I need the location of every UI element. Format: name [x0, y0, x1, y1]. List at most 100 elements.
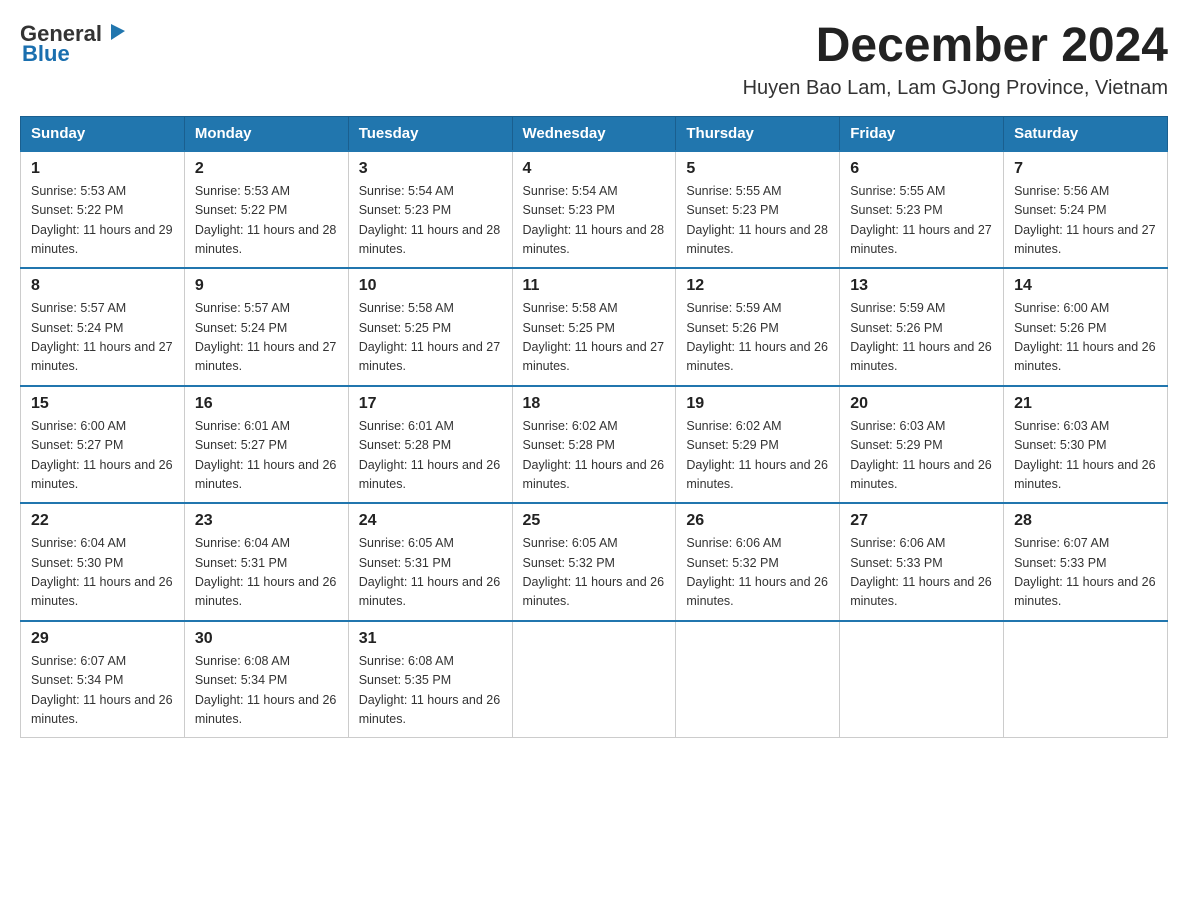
table-row: 17 Sunrise: 6:01 AMSunset: 5:28 PMDaylig… — [348, 386, 512, 504]
weekday-header-saturday: Saturday — [1004, 116, 1168, 151]
day-number: 14 — [1014, 277, 1157, 295]
weekday-header-monday: Monday — [184, 116, 348, 151]
table-row: 23 Sunrise: 6:04 AMSunset: 5:31 PMDaylig… — [184, 503, 348, 621]
table-row: 7 Sunrise: 5:56 AMSunset: 5:24 PMDayligh… — [1004, 151, 1168, 269]
table-row: 10 Sunrise: 5:58 AMSunset: 5:25 PMDaylig… — [348, 268, 512, 386]
table-row: 2 Sunrise: 5:53 AMSunset: 5:22 PMDayligh… — [184, 151, 348, 269]
day-info: Sunrise: 5:56 AMSunset: 5:24 PMDaylight:… — [1014, 184, 1156, 256]
table-row: 14 Sunrise: 6:00 AMSunset: 5:26 PMDaylig… — [1004, 268, 1168, 386]
weekday-header-sunday: Sunday — [21, 116, 185, 151]
day-info: Sunrise: 6:04 AMSunset: 5:31 PMDaylight:… — [195, 536, 337, 608]
day-info: Sunrise: 5:53 AMSunset: 5:22 PMDaylight:… — [195, 184, 337, 256]
location-title: Huyen Bao Lam, Lam GJong Province, Vietn… — [743, 77, 1168, 100]
table-row: 19 Sunrise: 6:02 AMSunset: 5:29 PMDaylig… — [676, 386, 840, 504]
table-row: 6 Sunrise: 5:55 AMSunset: 5:23 PMDayligh… — [840, 151, 1004, 269]
day-info: Sunrise: 5:58 AMSunset: 5:25 PMDaylight:… — [359, 301, 501, 373]
day-info: Sunrise: 5:55 AMSunset: 5:23 PMDaylight:… — [686, 184, 828, 256]
day-info: Sunrise: 6:03 AMSunset: 5:30 PMDaylight:… — [1014, 419, 1156, 491]
day-number: 16 — [195, 395, 338, 413]
day-info: Sunrise: 6:05 AMSunset: 5:32 PMDaylight:… — [523, 536, 665, 608]
day-number: 19 — [686, 395, 829, 413]
day-info: Sunrise: 5:58 AMSunset: 5:25 PMDaylight:… — [523, 301, 665, 373]
table-row: 26 Sunrise: 6:06 AMSunset: 5:32 PMDaylig… — [676, 503, 840, 621]
day-info: Sunrise: 6:00 AMSunset: 5:26 PMDaylight:… — [1014, 301, 1156, 373]
day-info: Sunrise: 6:04 AMSunset: 5:30 PMDaylight:… — [31, 536, 173, 608]
calendar-week-row: 8 Sunrise: 5:57 AMSunset: 5:24 PMDayligh… — [21, 268, 1168, 386]
table-row: 9 Sunrise: 5:57 AMSunset: 5:24 PMDayligh… — [184, 268, 348, 386]
day-number: 29 — [31, 630, 174, 648]
day-info: Sunrise: 6:08 AMSunset: 5:35 PMDaylight:… — [359, 654, 501, 726]
weekday-header-thursday: Thursday — [676, 116, 840, 151]
table-row: 13 Sunrise: 5:59 AMSunset: 5:26 PMDaylig… — [840, 268, 1004, 386]
day-number: 27 — [850, 512, 993, 530]
table-row: 28 Sunrise: 6:07 AMSunset: 5:33 PMDaylig… — [1004, 503, 1168, 621]
logo: General Blue — [20, 20, 127, 67]
day-info: Sunrise: 6:06 AMSunset: 5:33 PMDaylight:… — [850, 536, 992, 608]
table-row: 8 Sunrise: 5:57 AMSunset: 5:24 PMDayligh… — [21, 268, 185, 386]
day-number: 11 — [523, 277, 666, 295]
day-number: 3 — [359, 160, 502, 178]
day-number: 26 — [686, 512, 829, 530]
table-row: 20 Sunrise: 6:03 AMSunset: 5:29 PMDaylig… — [840, 386, 1004, 504]
day-info: Sunrise: 6:06 AMSunset: 5:32 PMDaylight:… — [686, 536, 828, 608]
day-number: 15 — [31, 395, 174, 413]
table-row — [676, 621, 840, 738]
day-info: Sunrise: 6:02 AMSunset: 5:29 PMDaylight:… — [686, 419, 828, 491]
day-info: Sunrise: 5:55 AMSunset: 5:23 PMDaylight:… — [850, 184, 992, 256]
table-row: 25 Sunrise: 6:05 AMSunset: 5:32 PMDaylig… — [512, 503, 676, 621]
table-row — [1004, 621, 1168, 738]
day-number: 28 — [1014, 512, 1157, 530]
day-info: Sunrise: 6:03 AMSunset: 5:29 PMDaylight:… — [850, 419, 992, 491]
table-row: 18 Sunrise: 6:02 AMSunset: 5:28 PMDaylig… — [512, 386, 676, 504]
table-row: 27 Sunrise: 6:06 AMSunset: 5:33 PMDaylig… — [840, 503, 1004, 621]
day-number: 7 — [1014, 160, 1157, 178]
day-number: 10 — [359, 277, 502, 295]
day-number: 12 — [686, 277, 829, 295]
day-info: Sunrise: 6:05 AMSunset: 5:31 PMDaylight:… — [359, 536, 501, 608]
day-number: 23 — [195, 512, 338, 530]
day-number: 18 — [523, 395, 666, 413]
table-row: 4 Sunrise: 5:54 AMSunset: 5:23 PMDayligh… — [512, 151, 676, 269]
calendar-week-row: 29 Sunrise: 6:07 AMSunset: 5:34 PMDaylig… — [21, 621, 1168, 738]
day-info: Sunrise: 5:54 AMSunset: 5:23 PMDaylight:… — [523, 184, 665, 256]
day-number: 5 — [686, 160, 829, 178]
day-number: 1 — [31, 160, 174, 178]
day-number: 17 — [359, 395, 502, 413]
day-info: Sunrise: 6:08 AMSunset: 5:34 PMDaylight:… — [195, 654, 337, 726]
day-info: Sunrise: 5:53 AMSunset: 5:22 PMDaylight:… — [31, 184, 173, 256]
table-row: 29 Sunrise: 6:07 AMSunset: 5:34 PMDaylig… — [21, 621, 185, 738]
table-row: 15 Sunrise: 6:00 AMSunset: 5:27 PMDaylig… — [21, 386, 185, 504]
month-title: December 2024 — [743, 20, 1168, 73]
table-row: 31 Sunrise: 6:08 AMSunset: 5:35 PMDaylig… — [348, 621, 512, 738]
day-number: 22 — [31, 512, 174, 530]
table-row: 12 Sunrise: 5:59 AMSunset: 5:26 PMDaylig… — [676, 268, 840, 386]
calendar-week-row: 1 Sunrise: 5:53 AMSunset: 5:22 PMDayligh… — [21, 151, 1168, 269]
logo-arrow-icon — [105, 20, 127, 42]
day-info: Sunrise: 5:59 AMSunset: 5:26 PMDaylight:… — [686, 301, 828, 373]
day-info: Sunrise: 5:54 AMSunset: 5:23 PMDaylight:… — [359, 184, 501, 256]
table-row: 24 Sunrise: 6:05 AMSunset: 5:31 PMDaylig… — [348, 503, 512, 621]
logo-blue: Blue — [22, 41, 70, 67]
day-number: 24 — [359, 512, 502, 530]
day-number: 20 — [850, 395, 993, 413]
day-number: 4 — [523, 160, 666, 178]
day-info: Sunrise: 6:01 AMSunset: 5:27 PMDaylight:… — [195, 419, 337, 491]
calendar-week-row: 22 Sunrise: 6:04 AMSunset: 5:30 PMDaylig… — [21, 503, 1168, 621]
day-number: 25 — [523, 512, 666, 530]
day-number: 2 — [195, 160, 338, 178]
day-info: Sunrise: 5:59 AMSunset: 5:26 PMDaylight:… — [850, 301, 992, 373]
day-info: Sunrise: 5:57 AMSunset: 5:24 PMDaylight:… — [31, 301, 173, 373]
weekday-header-row: SundayMondayTuesdayWednesdayThursdayFrid… — [21, 116, 1168, 151]
day-info: Sunrise: 6:00 AMSunset: 5:27 PMDaylight:… — [31, 419, 173, 491]
day-number: 8 — [31, 277, 174, 295]
day-info: Sunrise: 6:07 AMSunset: 5:34 PMDaylight:… — [31, 654, 173, 726]
table-row — [840, 621, 1004, 738]
table-row: 16 Sunrise: 6:01 AMSunset: 5:27 PMDaylig… — [184, 386, 348, 504]
table-row: 5 Sunrise: 5:55 AMSunset: 5:23 PMDayligh… — [676, 151, 840, 269]
table-row: 21 Sunrise: 6:03 AMSunset: 5:30 PMDaylig… — [1004, 386, 1168, 504]
day-number: 31 — [359, 630, 502, 648]
table-row: 3 Sunrise: 5:54 AMSunset: 5:23 PMDayligh… — [348, 151, 512, 269]
day-info: Sunrise: 5:57 AMSunset: 5:24 PMDaylight:… — [195, 301, 337, 373]
table-row — [512, 621, 676, 738]
page-header: General Blue December 2024 Huyen Bao Lam… — [20, 20, 1168, 100]
